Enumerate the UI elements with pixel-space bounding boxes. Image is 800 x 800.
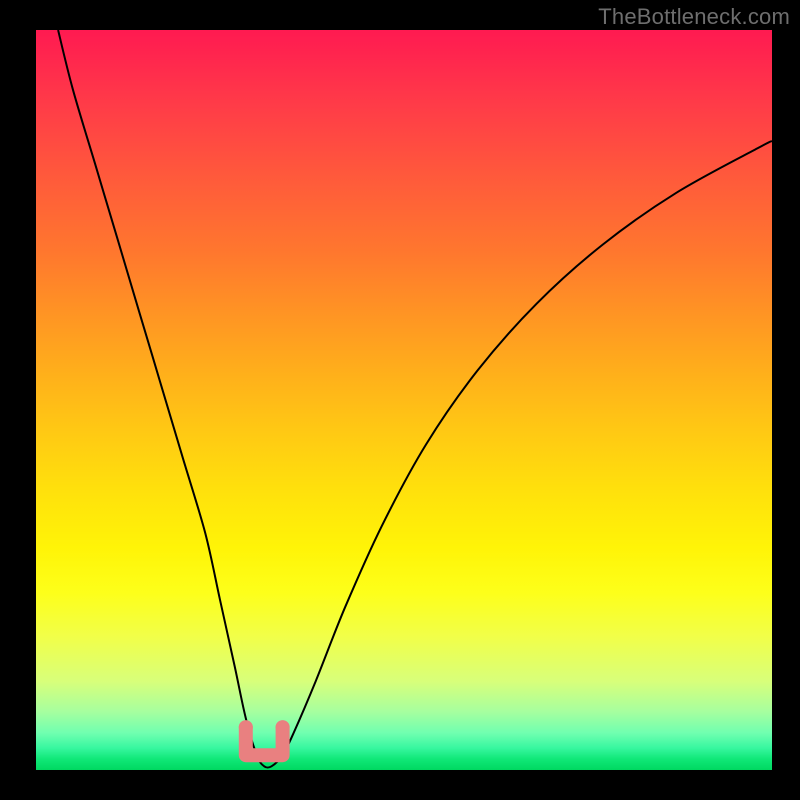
valley-marker: [239, 720, 290, 755]
bottleneck-curve-path: [58, 30, 772, 768]
bottleneck-curve: [58, 30, 772, 768]
curve-layer: [36, 30, 772, 770]
watermark-text: TheBottleneck.com: [598, 4, 790, 30]
chart-frame: TheBottleneck.com: [0, 0, 800, 800]
plot-area: [36, 30, 772, 770]
